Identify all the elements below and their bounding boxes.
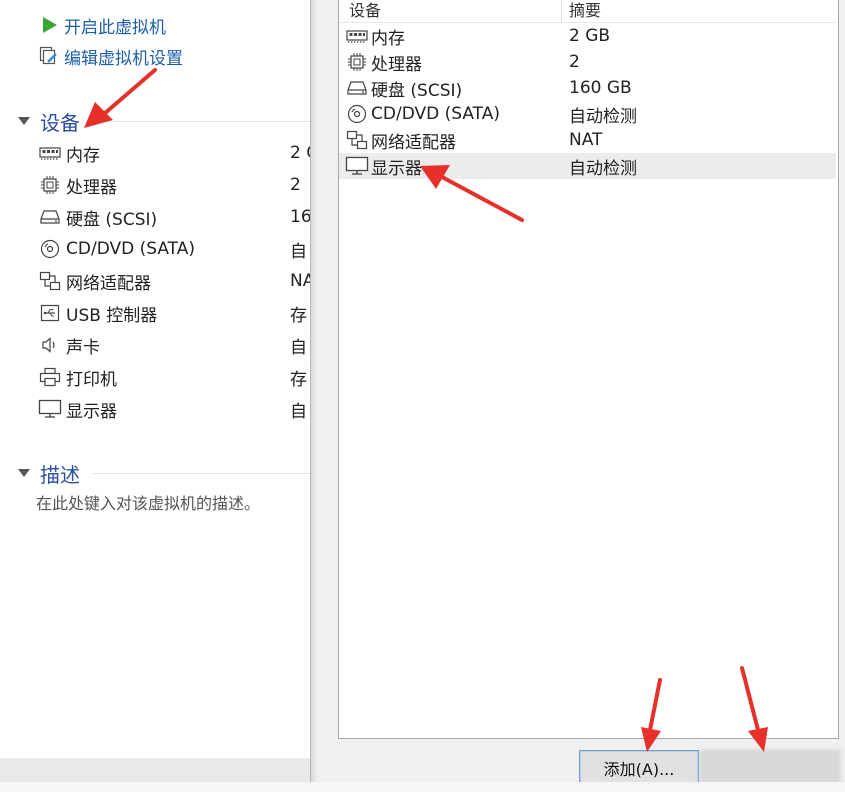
list-device-summary: 自动检测 [569,158,637,179]
device-row[interactable]: USB 控制器 存 [38,298,310,328]
hard-disk-icon [38,205,62,229]
device-value: 2 [290,175,301,195]
column-header-device[interactable]: 设备 [349,0,381,21]
list-device-summary: 2 GB [569,26,611,46]
usb-icon [38,301,62,325]
device-value: 存 [290,305,307,326]
section-divider [92,121,310,122]
device-row[interactable]: 打印机 存 [38,362,310,392]
collapse-triangle-icon [18,117,30,125]
description-section-toggle[interactable]: 描述 [18,458,80,488]
list-device-name: 网络适配器 [371,132,456,153]
column-header-summary[interactable]: 摘要 [569,0,601,21]
monitor-icon [345,154,369,178]
hard-disk-icon [345,76,369,100]
edit-settings-action[interactable]: 编辑虚拟机设置 [38,44,183,69]
device-name: 声卡 [66,337,100,358]
device-name: 网络适配器 [66,273,151,294]
printer-icon [38,365,62,389]
device-value: 2 G [290,143,310,163]
device-value: 存 [290,369,307,390]
device-row[interactable]: 内存 2 G [38,138,310,168]
device-row[interactable]: 显示器 自 [38,394,310,424]
cd-dvd-icon [38,237,62,261]
device-value: 自 [290,337,307,358]
list-row[interactable]: 处理器 2 [339,49,836,75]
monitor-icon [38,397,62,421]
device-name: 硬盘 (SCSI) [66,209,158,230]
description-section-title: 描述 [40,462,80,487]
device-name: USB 控制器 [66,305,158,326]
device-row[interactable]: 硬盘 (SCSI) 16 [38,202,310,232]
list-device-name: 显示器 [371,158,422,179]
devices-section-toggle[interactable]: 设备 [18,106,80,136]
window-bottom-edge [0,782,845,792]
add-hardware-button[interactable]: 添加(A)... [579,750,699,786]
list-row[interactable]: CD/DVD (SATA) 自动检测 [339,101,836,127]
device-name: 内存 [66,145,100,166]
list-row-selected[interactable]: 显示器 自动检测 [339,153,836,179]
power-on-action[interactable]: 开启此虚拟机 [38,13,166,38]
device-value: 自 [290,241,307,262]
cpu-icon [38,173,62,197]
description-field[interactable]: 在此处键入对该虚拟机的描述。 [36,490,260,514]
status-bar [0,758,310,782]
column-separator[interactable] [561,0,562,22]
devices-section-title: 设备 [40,110,80,135]
network-adapter-icon [345,128,369,152]
add-button-label: 添加(A)... [603,760,675,779]
remove-hardware-button[interactable] [700,750,840,786]
list-device-name: CD/DVD (SATA) [371,104,500,124]
dialog-shadow [310,0,318,792]
list-device-summary: 160 GB [569,78,632,98]
edit-settings-label: 编辑虚拟机设置 [64,48,183,69]
device-value: 自 [290,401,307,422]
list-row[interactable]: 硬盘 (SCSI) 160 GB [339,75,836,101]
list-header: 设备 摘要 [339,0,836,23]
power-on-label: 开启此虚拟机 [64,17,166,38]
vm-summary-panel: 开启此虚拟机 编辑虚拟机设置 设备 内存 2 G 处理器 2 硬盘 (SCSI) 16 CD… [0,0,310,792]
speaker-icon [38,333,62,357]
cpu-icon [345,50,369,74]
section-divider [92,473,310,474]
device-name: CD/DVD (SATA) [66,239,195,259]
list-device-summary: 2 [569,52,580,72]
memory-icon [38,141,62,165]
network-adapter-icon [38,269,62,293]
device-row[interactable]: 处理器 2 [38,170,310,200]
device-name: 处理器 [66,177,117,198]
list-device-name: 内存 [371,28,405,49]
list-row[interactable]: 内存 2 GB [339,23,836,49]
device-row[interactable]: CD/DVD (SATA) 自 [38,234,310,264]
list-device-summary: NAT [569,130,603,150]
list-device-name: 处理器 [371,54,422,75]
list-device-summary: 自动检测 [569,106,637,127]
play-icon [38,14,60,36]
edit-settings-icon [38,45,60,67]
device-row[interactable]: 网络适配器 NA [38,266,310,296]
list-device-name: 硬盘 (SCSI) [371,80,463,101]
cd-dvd-icon [345,102,369,126]
device-value: 16 [290,207,310,227]
collapse-triangle-icon [18,469,30,477]
hardware-device-list[interactable]: 设备 摘要 内存 2 GB 处理器 2 硬盘 (SCSI) 160 GB CD/DVD (S… [338,0,839,739]
device-row[interactable]: 声卡 自 [38,330,310,360]
device-name: 打印机 [66,369,117,390]
list-row[interactable]: 网络适配器 NAT [339,127,836,153]
device-name: 显示器 [66,401,117,422]
memory-icon [345,24,369,48]
device-value: NA [290,271,310,291]
